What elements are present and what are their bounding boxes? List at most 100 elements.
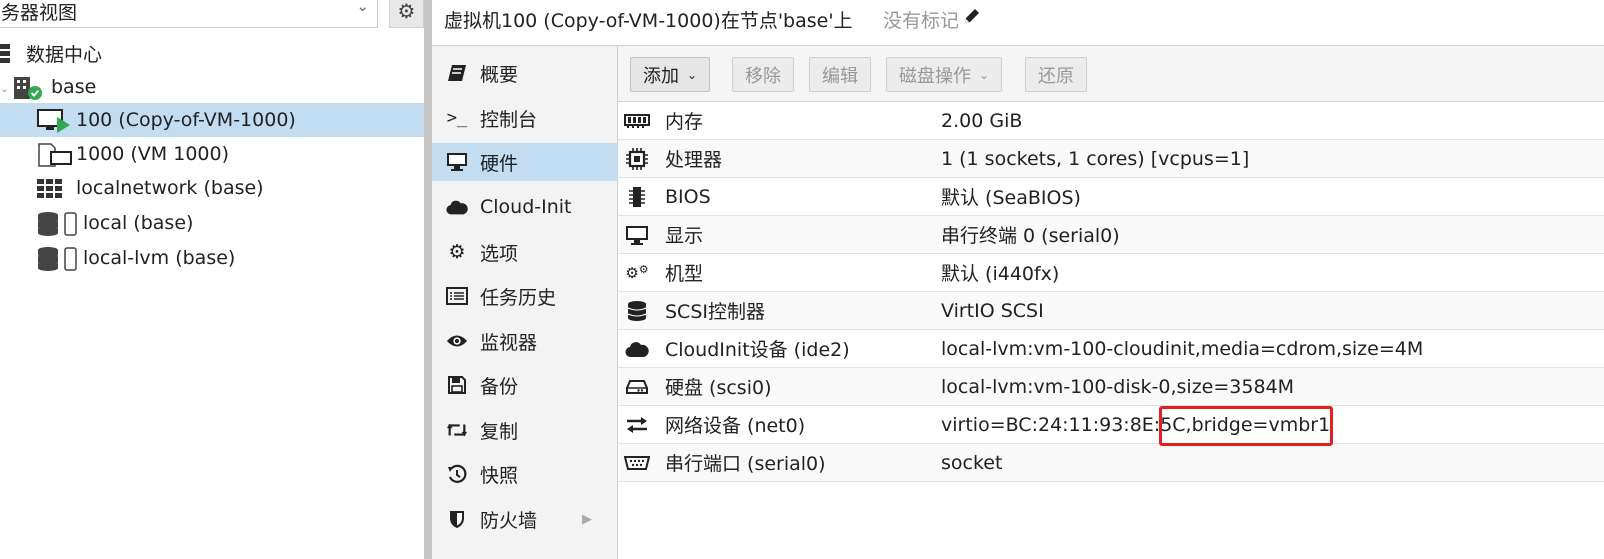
retweet-icon	[446, 419, 468, 441]
remove-button[interactable]: 移除	[732, 57, 794, 92]
chevron-down-icon: ⌄	[356, 0, 369, 15]
node-building-icon	[13, 75, 43, 106]
eye-icon	[446, 330, 468, 352]
hardware-row-display[interactable]: 显示 串行终端 0 (serial0)	[618, 216, 1604, 254]
nav-item-firewall[interactable]: 防火墙 ▶	[432, 500, 618, 538]
chevron-down-icon: ⌄	[979, 67, 990, 82]
hardware-value: 1 (1 sockets, 1 cores) [vcpus=1]	[941, 147, 1250, 170]
hardware-row-machine[interactable]: ⚙ ⚙ 机型 默认 (i440fx)	[618, 254, 1604, 292]
hardware-row-serial-port[interactable]: 串行端口 (serial0) socket	[618, 444, 1604, 482]
cloud-icon	[446, 196, 468, 218]
hardware-value: local-lvm:vm-100-cloudinit,media=cdrom,s…	[941, 337, 1424, 360]
hardware-row-network[interactable]: 网络设备 (net0) virtio=BC:24:11:93:8E:5C,bri…	[618, 406, 1604, 444]
tree-item-label: 100 (Copy-of-VM-1000)	[76, 109, 296, 131]
serial-port-icon	[624, 452, 650, 474]
hardware-value: 默认 (SeaBIOS)	[941, 187, 1081, 209]
tree-item-vm-100[interactable]: 100 (Copy-of-VM-1000)	[0, 103, 424, 137]
hardware-value: socket	[941, 451, 1003, 474]
exchange-icon	[624, 414, 650, 436]
hdd-icon	[624, 376, 650, 398]
shield-icon	[446, 508, 468, 530]
nav-item-snapshot[interactable]: 快照	[432, 455, 618, 493]
storage-icon	[37, 211, 79, 242]
hardware-name: 显示	[665, 225, 704, 247]
pencil-icon[interactable]	[963, 7, 981, 30]
tree-item-template-1000[interactable]: 1000 (VM 1000)	[0, 137, 424, 171]
nav-label: 任务历史	[480, 286, 557, 309]
nav-item-replication[interactable]: 复制	[432, 411, 618, 449]
tree-item-storage-local[interactable]: local (base)	[0, 206, 424, 240]
nav-label: 监视器	[480, 331, 538, 354]
resource-tree-panel: 务器视图 ⌄ 数据中心 ⌄ base 100 (Copy-of-VM-1000)…	[0, 0, 424, 559]
hardware-value: 2.00 GiB	[941, 109, 1023, 132]
nav-item-backup[interactable]: 备份	[432, 366, 618, 404]
desktop-icon	[624, 224, 650, 246]
vm-nav-menu: 概要 >_ 控制台 硬件 Cloud-Init ⚙ 选项 任务历史 监视器 备份…	[432, 46, 618, 559]
disk-action-button-label: 磁盘操作	[899, 65, 971, 87]
nav-label: 备份	[480, 375, 519, 398]
nav-label: 概要	[480, 63, 519, 86]
network-grid-icon	[37, 179, 63, 204]
nav-item-cloud-init[interactable]: Cloud-Init	[432, 188, 618, 226]
tree-item-label: base	[51, 76, 97, 98]
nav-item-monitor[interactable]: 监视器	[432, 322, 618, 360]
hardware-name: BIOS	[665, 185, 711, 208]
nav-label: Cloud-Init	[480, 196, 572, 218]
nav-item-console[interactable]: >_ 控制台	[432, 99, 618, 137]
gear-icon[interactable]: ⚙	[389, 0, 424, 28]
hardware-row-bios[interactable]: BIOS 默认 (SeaBIOS)	[618, 178, 1604, 216]
nav-item-summary[interactable]: 概要	[432, 54, 618, 92]
tree-item-storage-local-lvm[interactable]: local-lvm (base)	[0, 241, 424, 275]
hardware-name: 串行端口 (serial0)	[665, 453, 826, 475]
edit-button[interactable]: 编辑	[809, 57, 871, 92]
tree-item-datacenter[interactable]: 数据中心	[0, 36, 424, 70]
cogs-icon: ⚙ ⚙	[625, 262, 649, 283]
nav-item-hardware[interactable]: 硬件	[432, 143, 618, 181]
nav-label: 防火墙	[480, 509, 538, 532]
hardware-value: 默认 (i440fx)	[941, 263, 1060, 285]
nav-label: 复制	[480, 420, 519, 443]
database-icon	[624, 300, 650, 322]
nav-label: 快照	[480, 464, 519, 487]
hardware-name: CloudInit设备 (ide2)	[665, 339, 850, 361]
nav-label: 选项	[480, 242, 519, 265]
chevron-down-icon: ⌄	[687, 67, 698, 82]
collapse-icon[interactable]: ⌄	[0, 82, 9, 95]
disk-action-button[interactable]: 磁盘操作 ⌄	[886, 57, 1003, 92]
hardware-toolbar: 添加 ⌄ 移除 编辑 磁盘操作 ⌄ 还原	[618, 46, 1604, 102]
hardware-row-cpu[interactable]: 处理器 1 (1 sockets, 1 cores) [vcpus=1]	[618, 140, 1604, 178]
tree-item-label: 1000 (VM 1000)	[76, 143, 230, 165]
remove-button-label: 移除	[745, 65, 781, 87]
tree-item-label: local (base)	[83, 212, 194, 234]
hardware-name: 内存	[665, 111, 704, 133]
add-button[interactable]: 添加 ⌄	[630, 57, 711, 92]
hardware-row-cloudinit-drive[interactable]: CloudInit设备 (ide2) local-lvm:vm-100-clou…	[618, 330, 1604, 368]
nav-item-options[interactable]: ⚙ 选项	[432, 233, 618, 271]
nav-item-task-history[interactable]: 任务历史	[432, 277, 618, 315]
memory-icon	[624, 110, 650, 132]
content-header: 虚拟机100 (Copy-of-VM-1000)在节点'base'上 没有标记	[432, 0, 1604, 46]
panel-splitter[interactable]	[424, 0, 432, 559]
revert-button[interactable]: 还原	[1025, 57, 1087, 92]
expand-arrow-icon[interactable]: ▶	[582, 512, 592, 527]
hardware-name: 机型	[665, 263, 704, 285]
terminal-icon: >_	[446, 108, 468, 128]
hardware-row-memory[interactable]: 内存 2.00 GiB	[618, 102, 1604, 140]
template-icon	[37, 142, 73, 173]
tree-item-label: local-lvm (base)	[83, 247, 236, 269]
tags-label[interactable]: 没有标记	[883, 6, 959, 33]
tree-item-localnetwork[interactable]: localnetwork (base)	[0, 171, 424, 205]
hardware-value: VirtIO SCSI	[941, 299, 1044, 322]
floppy-icon	[446, 374, 468, 396]
revert-button-label: 还原	[1038, 65, 1074, 87]
hardware-row-hard-disk[interactable]: 硬盘 (scsi0) local-lvm:vm-100-disk-0,size=…	[618, 368, 1604, 406]
tree-item-node-base[interactable]: ⌄ base	[0, 70, 424, 104]
hardware-value: local-lvm:vm-100-disk-0,size=3584M	[941, 375, 1295, 398]
view-select[interactable]: 务器视图 ⌄	[0, 0, 378, 28]
page-title: 虚拟机100 (Copy-of-VM-1000)在节点'base'上	[444, 10, 853, 32]
desktop-icon	[446, 151, 468, 173]
server-rack-icon	[0, 43, 10, 68]
cpu-icon	[624, 148, 650, 170]
hardware-row-scsi-controller[interactable]: SCSI控制器 VirtIO SCSI	[618, 292, 1604, 330]
history-icon	[446, 463, 468, 485]
